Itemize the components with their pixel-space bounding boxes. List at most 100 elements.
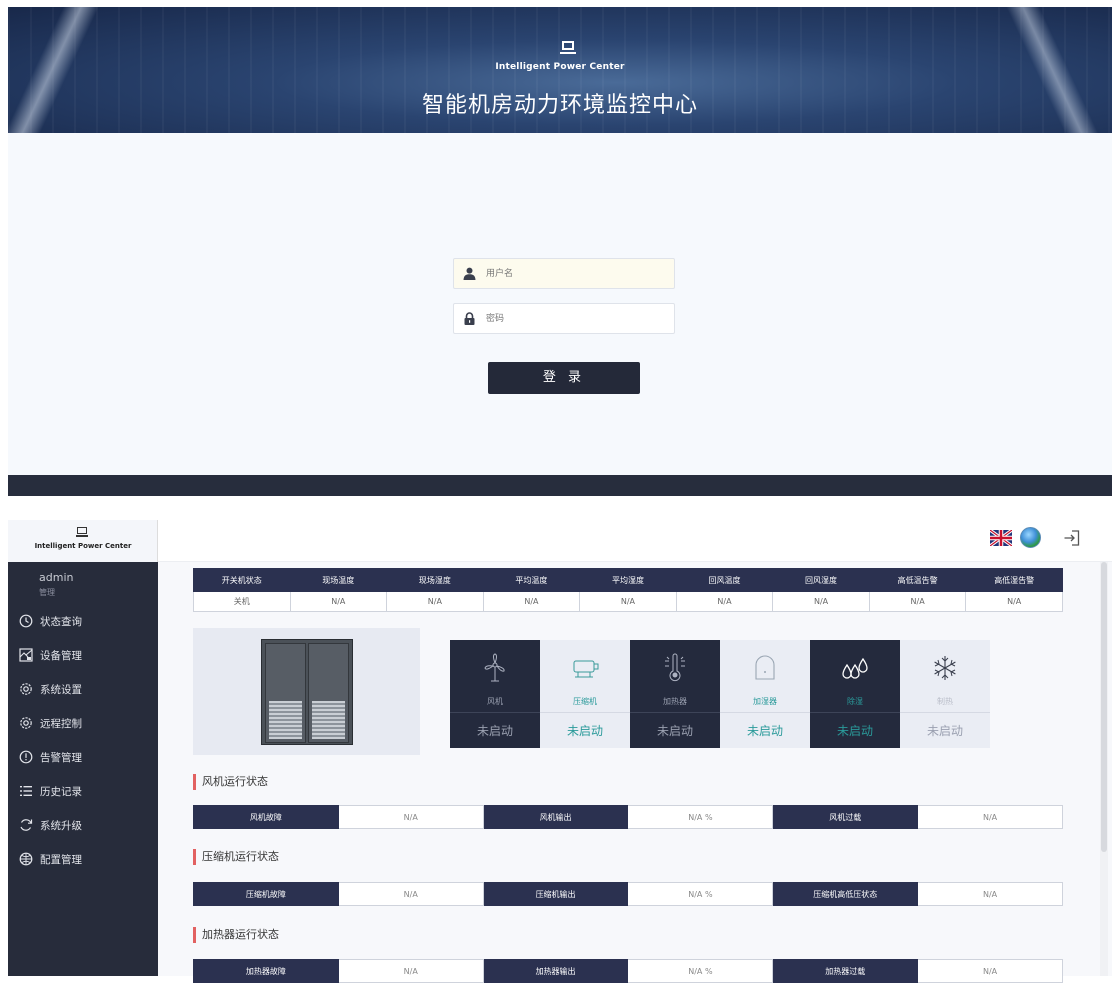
- monitor-icon: [76, 527, 88, 537]
- table-cell: N/A: [675, 591, 774, 612]
- table-row: 风机故障 N/A 风机输出 N/A % 风机过载 N/A: [193, 805, 1063, 829]
- table-row: 关机 N/A N/A N/A N/A N/A N/A N/A N/A: [193, 591, 1063, 612]
- col-header: 开关机状态: [193, 568, 291, 592]
- section-title-heater: 加热器运行状态: [193, 927, 279, 943]
- sidebar-item-status-query[interactable]: 状态查询: [8, 604, 158, 638]
- status-table: 开关机状态 现场温度 现场湿度 平均温度 平均湿度 回风温度 回风湿度 高低温告…: [193, 568, 1063, 612]
- component-state: 未启动: [836, 724, 873, 738]
- table-value: N/A %: [627, 882, 774, 906]
- table-cell: N/A: [965, 591, 1063, 612]
- table-cell: 关机: [193, 591, 291, 612]
- dashboard-screen: Intelligent Power Center admin 管理 状态查询 设…: [8, 520, 1112, 983]
- login-footer: [8, 475, 1112, 496]
- table-value: N/A: [917, 959, 1063, 983]
- username-field[interactable]: [453, 258, 675, 289]
- refresh-icon: [20, 819, 33, 831]
- username-input[interactable]: [486, 259, 671, 288]
- logout-icon[interactable]: [1063, 529, 1081, 547]
- sidebar-item-remote-control[interactable]: 远程控制: [8, 706, 158, 740]
- table-key: 加热器过载: [772, 959, 919, 983]
- table-key: 风机输出: [482, 805, 629, 829]
- sidebar-item-label: 状态查询: [40, 616, 82, 628]
- compressor-status-table: 压缩机故障 N/A 压缩机输出 N/A % 压缩机高低压状态 N/A: [193, 882, 1063, 906]
- sidebar-item-system-upgrade[interactable]: 系统升级: [8, 808, 158, 842]
- table-key: 压缩机故障: [193, 882, 339, 906]
- password-input[interactable]: [486, 304, 671, 333]
- sidebar-item-label: 远程控制: [40, 718, 82, 730]
- table-value: N/A %: [627, 959, 774, 983]
- table-key: 压缩机高低压状态: [772, 882, 919, 906]
- sidebar: Intelligent Power Center admin 管理 状态查询 设…: [8, 520, 158, 976]
- col-header: 现场温度: [289, 568, 388, 592]
- sidebar-item-history[interactable]: 历史记录: [8, 774, 158, 808]
- sidebar-item-config-management[interactable]: 配置管理: [8, 842, 158, 876]
- component-name: 除湿: [847, 697, 863, 706]
- sidebar-item-device-management[interactable]: 设备管理: [8, 638, 158, 672]
- humidifier-icon: [755, 655, 775, 680]
- sidebar-item-label: 设备管理: [40, 650, 82, 662]
- status-table-header: 开关机状态 现场温度 现场湿度 平均温度 平均湿度 回风温度 回风湿度 高低温告…: [193, 568, 1063, 592]
- col-header: 平均温度: [482, 568, 581, 592]
- login-brand-en: Intelligent Power Center: [495, 62, 625, 72]
- table-cell: N/A: [289, 591, 388, 612]
- col-header: 回风湿度: [772, 568, 870, 592]
- component-state: 未启动: [566, 724, 603, 738]
- sidebar-item-label: 配置管理: [40, 854, 82, 866]
- table-value: N/A: [337, 882, 484, 906]
- table-key: 加热器故障: [193, 959, 339, 983]
- clock-icon: [19, 614, 33, 628]
- component-heater[interactable]: 加热器 未启动: [630, 640, 720, 748]
- sidebar-item-alarm-management[interactable]: 告警管理: [8, 740, 158, 774]
- section-title-fan: 风机运行状态: [193, 774, 268, 790]
- table-cell: N/A: [579, 591, 677, 612]
- table-value: N/A: [917, 882, 1063, 906]
- list-icon: [20, 786, 32, 796]
- password-field[interactable]: [453, 303, 675, 334]
- table-key: 风机故障: [193, 805, 339, 829]
- component-state: 未启动: [926, 724, 963, 738]
- component-humidifier[interactable]: 加湿器 未启动: [720, 640, 810, 748]
- component-dehumidify[interactable]: 除湿 未启动: [810, 640, 900, 748]
- scrollbar[interactable]: [1100, 562, 1108, 976]
- col-header: 平均湿度: [579, 568, 677, 592]
- login-screen: Intelligent Power Center 智能机房动力环境监控中心 登 …: [8, 7, 1112, 496]
- username-label: admin: [39, 571, 74, 584]
- fan-status-table: 风机故障 N/A 风机输出 N/A % 风机过载 N/A: [193, 805, 1063, 829]
- sidebar-item-system-settings[interactable]: 系统设置: [8, 672, 158, 706]
- sidebar-item-label: 系统设置: [40, 684, 82, 696]
- component-compressor[interactable]: 压缩机 未启动: [540, 640, 630, 748]
- table-cell: N/A: [868, 591, 967, 612]
- cabinet-illustration: [261, 639, 353, 745]
- section-title-compressor: 压缩机运行状态: [193, 849, 279, 865]
- table-value: N/A: [337, 805, 484, 829]
- sidebar-brand: Intelligent Power Center: [8, 520, 158, 562]
- table-key: 加热器输出: [482, 959, 629, 983]
- component-name: 加热器: [663, 697, 687, 706]
- component-state: 未启动: [656, 724, 693, 738]
- user-role-label: 管理: [39, 588, 55, 597]
- col-header: 高低温告警: [868, 568, 967, 592]
- col-header: 回风温度: [675, 568, 774, 592]
- config-icon: [19, 852, 33, 866]
- gear-icon: [20, 717, 32, 729]
- scrollbar-thumb[interactable]: [1101, 562, 1107, 852]
- component-heating[interactable]: 制热 未启动: [900, 640, 990, 748]
- table-cell: N/A: [772, 591, 870, 612]
- top-toolbar: [158, 520, 1112, 562]
- login-button[interactable]: 登 录: [488, 362, 640, 394]
- air-conditioner-image: [193, 628, 420, 755]
- table-key: 压缩机输出: [482, 882, 629, 906]
- table-key: 风机过载: [772, 805, 919, 829]
- component-fan[interactable]: 风机 未启动: [450, 640, 540, 748]
- user-icon: [463, 267, 476, 280]
- heater-icon: [665, 653, 685, 681]
- device-icon: [19, 648, 33, 662]
- component-name: 制热: [937, 697, 953, 706]
- uk-flag-icon[interactable]: [990, 530, 1012, 546]
- table-cell: N/A: [482, 591, 581, 612]
- login-title: 智能机房动力环境监控中心: [421, 93, 698, 118]
- col-header: 现场湿度: [386, 568, 484, 592]
- table-value: N/A %: [627, 805, 774, 829]
- globe-icon[interactable]: [1020, 527, 1041, 548]
- alert-icon: [19, 750, 33, 764]
